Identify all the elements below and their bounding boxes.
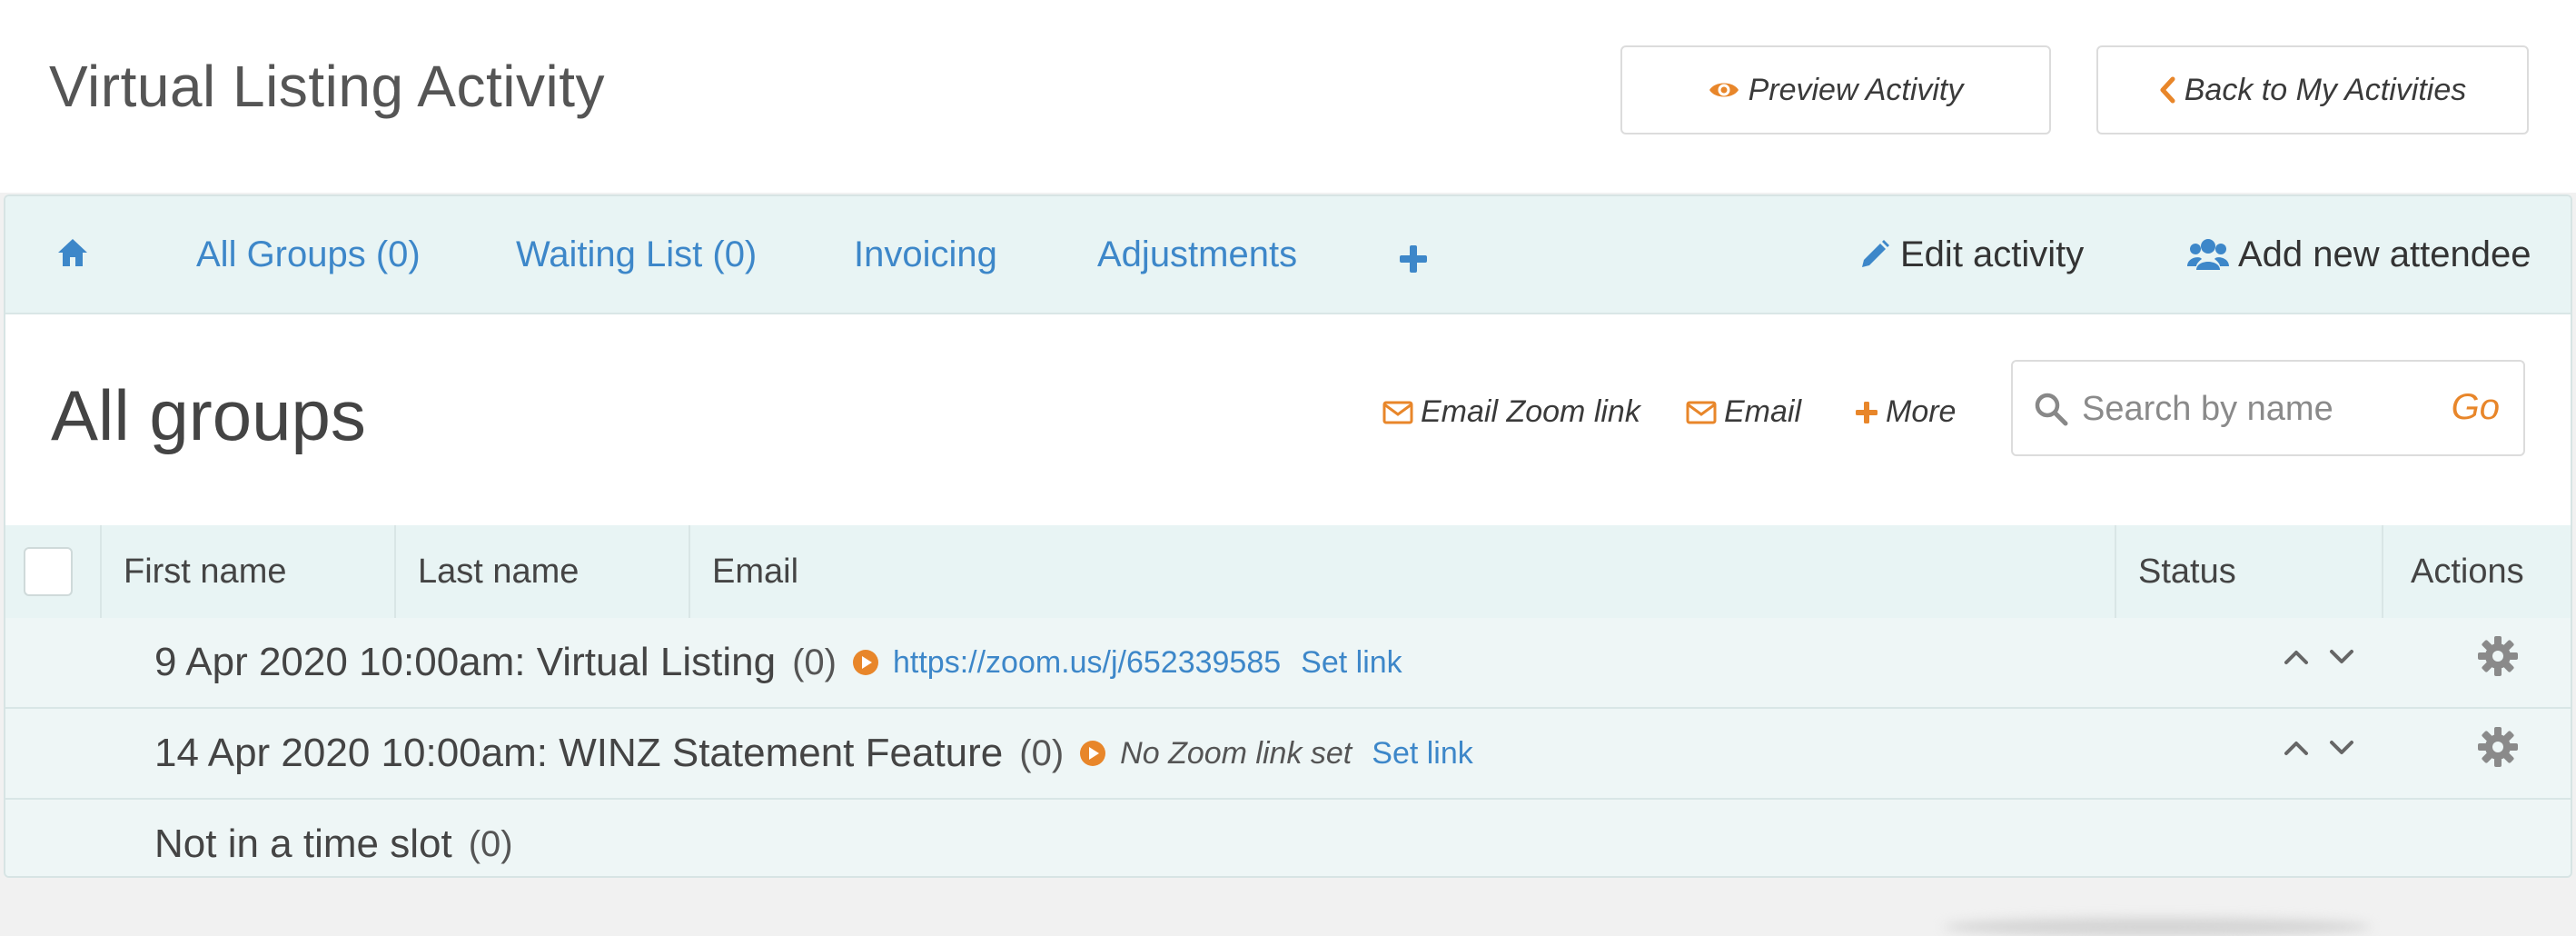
- tab-all-groups[interactable]: All Groups (0): [196, 234, 421, 274]
- groups-toolbar: All groups Email Zoom link Email More Go: [5, 314, 2571, 525]
- preview-activity-button[interactable]: Preview Activity: [1620, 45, 2051, 134]
- column-first-name[interactable]: First name: [100, 525, 394, 618]
- edit-activity-label: Edit activity: [1900, 234, 2085, 274]
- plus-icon: [1855, 401, 1878, 424]
- section-title: All groups: [51, 375, 366, 455]
- chevron-up-icon[interactable]: [2284, 649, 2309, 670]
- group-row-content: Not in a time slot (0): [154, 800, 513, 876]
- group-row: 14 Apr 2020 10:00am: WINZ Statement Feat…: [5, 709, 2571, 800]
- chevron-down-icon[interactable]: [2329, 649, 2354, 670]
- set-link-button[interactable]: Set link: [1372, 736, 1473, 772]
- home-icon[interactable]: [56, 236, 89, 276]
- group-row-content: 14 Apr 2020 10:00am: WINZ Statement Feat…: [154, 709, 1473, 798]
- activity-panel: All Groups (0) Waiting List (0) Invoicin…: [4, 194, 2572, 878]
- envelope-icon: [1686, 401, 1717, 424]
- email-label: Email: [1724, 394, 1802, 429]
- scroll-shadow: [1944, 918, 2371, 936]
- add-new-attendee-button[interactable]: Add new attendee: [2187, 234, 2531, 274]
- group-count: (0): [1019, 732, 1065, 773]
- no-zoom-link-text: No Zoom link set: [1120, 735, 1352, 771]
- email-zoom-link-button[interactable]: Email Zoom link: [1382, 394, 1640, 430]
- reorder-controls: [2284, 649, 2354, 670]
- select-all-cell: [5, 525, 100, 618]
- email-button[interactable]: Email: [1686, 394, 1801, 430]
- add-new-attendee-label: Add new attendee: [2238, 234, 2531, 274]
- email-zoom-link-label: Email Zoom link: [1421, 394, 1640, 429]
- back-to-activities-button[interactable]: Back to My Activities: [2096, 45, 2529, 134]
- users-icon: [2187, 237, 2229, 272]
- gear-icon[interactable]: [2476, 725, 2520, 769]
- activity-navbar: All Groups (0) Waiting List (0) Invoicin…: [5, 196, 2571, 314]
- edit-activity-button[interactable]: Edit activity: [1858, 234, 2084, 274]
- eye-icon: [1709, 79, 1739, 101]
- column-email[interactable]: Email: [689, 525, 2115, 618]
- group-title: 9 Apr 2020 10:00am: Virtual Listing: [154, 640, 777, 684]
- tab-adjustments[interactable]: Adjustments: [1097, 234, 1297, 274]
- chevron-left-icon: [2159, 76, 2175, 104]
- group-count: (0): [468, 823, 513, 864]
- search-go-button[interactable]: Go: [2452, 387, 2500, 428]
- gear-icon[interactable]: [2476, 634, 2520, 678]
- chevron-up-icon[interactable]: [2284, 740, 2309, 761]
- group-row-content: 9 Apr 2020 10:00am: Virtual Listing (0) …: [154, 618, 1402, 707]
- search-icon: [2033, 391, 2069, 427]
- column-last-name[interactable]: Last name: [394, 525, 689, 618]
- group-title: 14 Apr 2020 10:00am: WINZ Statement Feat…: [154, 731, 1004, 775]
- tab-invoicing[interactable]: Invoicing: [854, 234, 997, 274]
- column-actions: Actions: [2382, 525, 2571, 618]
- preview-activity-label: Preview Activity: [1748, 72, 1964, 107]
- envelope-icon: [1382, 401, 1413, 424]
- page-title: Virtual Listing Activity: [49, 54, 605, 119]
- more-button[interactable]: More: [1855, 394, 1956, 430]
- page-header: Virtual Listing Activity Preview Activit…: [0, 0, 2576, 193]
- play-circle-icon: [1078, 739, 1107, 768]
- chevron-down-icon[interactable]: [2329, 740, 2354, 761]
- pencil-icon: [1858, 238, 1891, 271]
- group-count: (0): [792, 642, 837, 682]
- table-header: First name Last name Email Status Action…: [5, 525, 2571, 620]
- more-label: More: [1886, 394, 1957, 429]
- search-box: Go: [2011, 360, 2525, 456]
- group-row: Not in a time slot (0): [5, 800, 2571, 876]
- play-circle-icon: [851, 648, 880, 677]
- column-status[interactable]: Status: [2115, 525, 2382, 618]
- reorder-controls: [2284, 740, 2354, 761]
- back-to-activities-label: Back to My Activities: [2184, 72, 2467, 107]
- plus-icon[interactable]: [1399, 242, 1428, 282]
- zoom-link[interactable]: https://zoom.us/j/652339585: [893, 645, 1281, 681]
- search-input[interactable]: [2080, 382, 2429, 436]
- group-row: 9 Apr 2020 10:00am: Virtual Listing (0) …: [5, 618, 2571, 709]
- tab-waiting-list[interactable]: Waiting List (0): [516, 234, 757, 274]
- group-title: Not in a time slot: [154, 821, 452, 866]
- select-all-checkbox[interactable]: [24, 547, 73, 596]
- set-link-button[interactable]: Set link: [1301, 645, 1402, 681]
